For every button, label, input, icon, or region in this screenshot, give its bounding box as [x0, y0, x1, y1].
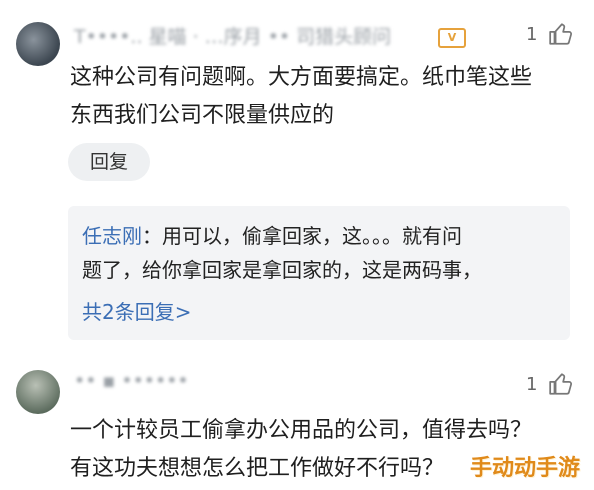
reply-line: 题了，给你拿回家是拿回家的，这是两码事，: [82, 258, 482, 282]
more-replies-link[interactable]: 共2条回复>: [82, 295, 191, 329]
avatar[interactable]: [16, 370, 60, 414]
reply-author[interactable]: 任志刚: [82, 224, 142, 248]
comment-thread: T••••.. 星喵 · …序月 •• 司猎头顾问 V 1 这种公司有问题啊。大…: [0, 0, 594, 490]
reply-preview-text: 任志刚：用可以，偷拿回家，这。。。就有问 题了，给你拿回家是拿回家的，这是两码事…: [82, 219, 482, 287]
avatar[interactable]: [16, 22, 60, 66]
like-count: 1: [526, 24, 538, 45]
like-count: 1: [526, 374, 538, 395]
reply-preview-panel[interactable]: 任志刚：用可以，偷拿回家，这。。。就有问 题了，给你拿回家是拿回家的，这是两码事…: [68, 206, 570, 340]
comment-body: 这种公司有问题啊。大方面要搞定。纸巾笔这些 东西我们公司不限量供应的: [70, 59, 570, 135]
reply-line: 任志刚：用可以，偷拿回家，这。。。就有问: [82, 219, 482, 253]
reply-separator: ：: [142, 224, 162, 248]
thumbs-up-icon[interactable]: [548, 21, 574, 47]
comment-line: 一个计较员工偷拿办公用品的公司，值得去吗？: [70, 418, 533, 443]
watermark: 手动动手游: [469, 456, 580, 481]
comment-line: 这种公司有问题啊。大方面要搞定。纸巾笔这些: [70, 65, 533, 90]
reply-content: 用可以，偷拿回家，这。。。就有问: [162, 224, 462, 248]
username[interactable]: •• ▪ ••••••: [74, 370, 189, 392]
username[interactable]: T••••.. 星喵 · …序月 •• 司猎头顾问: [74, 22, 391, 49]
thumbs-up-icon[interactable]: [548, 371, 574, 397]
comment-line: 东西我们公司不限量供应的: [70, 103, 335, 128]
reply-button[interactable]: 回复: [68, 143, 150, 181]
verified-badge-icon: V: [438, 28, 466, 48]
